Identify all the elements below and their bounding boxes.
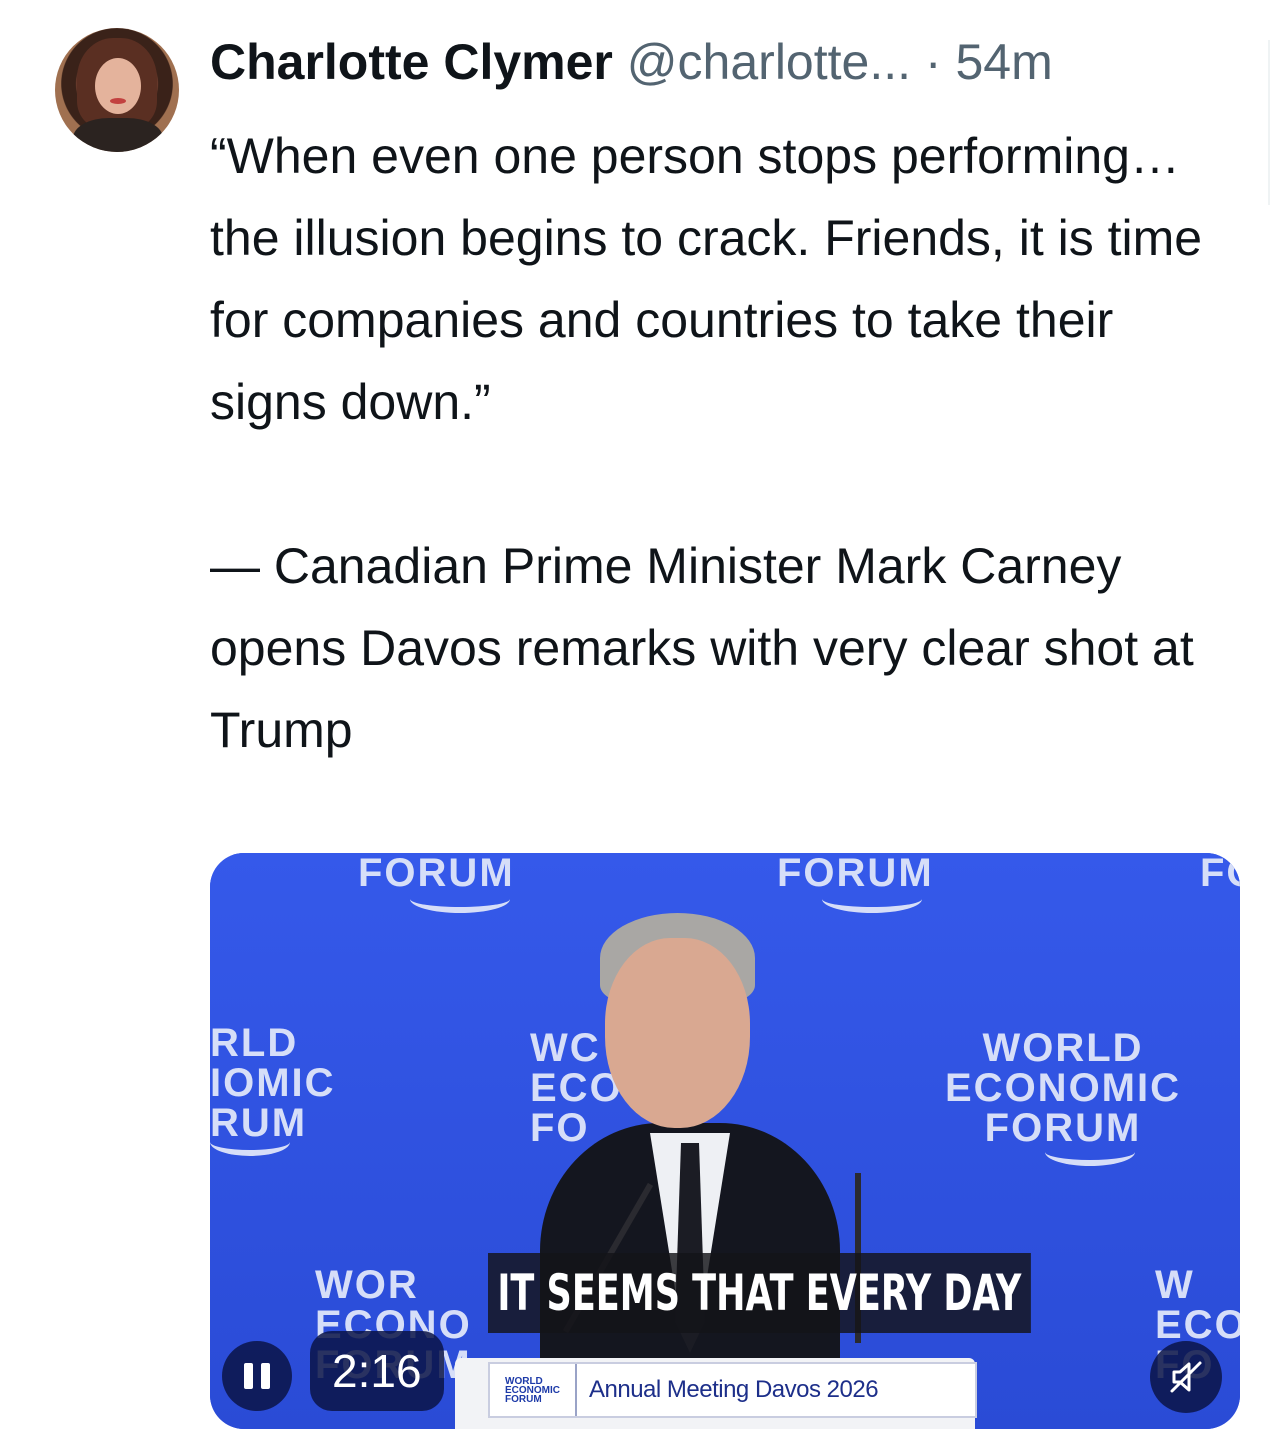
pause-button[interactable] bbox=[222, 1341, 292, 1411]
backdrop-text: WORLD ECONOMIC FORUM bbox=[945, 1026, 1181, 1150]
backdrop-arc bbox=[210, 1128, 290, 1156]
author-name[interactable]: Charlotte Clymer bbox=[210, 34, 613, 90]
podium-badge: WORLD ECONOMIC FORUM Annual Meeting Davo… bbox=[488, 1362, 977, 1418]
scroll-edge bbox=[1268, 40, 1284, 205]
podium-label: Annual Meeting Davos 2026 bbox=[589, 1376, 879, 1403]
avatar[interactable] bbox=[55, 28, 179, 152]
backdrop-arc bbox=[822, 885, 922, 913]
backdrop-text: FO bbox=[1200, 853, 1240, 895]
backdrop-arc bbox=[410, 885, 510, 913]
muted-speaker-icon bbox=[1170, 1361, 1202, 1393]
video-caption: IT SEEMS THAT EVERY DAY bbox=[488, 1253, 1031, 1333]
author-handle[interactable]: @charlotte... bbox=[627, 34, 911, 90]
mute-button[interactable] bbox=[1150, 1341, 1222, 1413]
tweet-quote: “When even one person stops performing… … bbox=[210, 128, 1203, 430]
wef-logo: WORLD ECONOMIC FORUM bbox=[490, 1364, 577, 1416]
backdrop-arc bbox=[1045, 1138, 1135, 1166]
tweet-text: “When even one person stops performing… … bbox=[210, 115, 1210, 771]
backdrop-text: RLD IOMIC RUM bbox=[210, 1021, 336, 1145]
separator-dot: · bbox=[924, 34, 942, 90]
tweet-time[interactable]: 54m bbox=[955, 34, 1052, 90]
video-player[interactable]: FORUM FORUM FO RLD IOMIC RUM WC ECON FO … bbox=[210, 853, 1240, 1429]
tweet-header: Charlotte Clymer @charlotte... · 54m bbox=[210, 30, 1053, 94]
pause-icon bbox=[244, 1363, 253, 1389]
tweet-attribution: — Canadian Prime Minister Mark Carney op… bbox=[210, 538, 1194, 758]
video-time: 2:16 bbox=[310, 1331, 444, 1411]
